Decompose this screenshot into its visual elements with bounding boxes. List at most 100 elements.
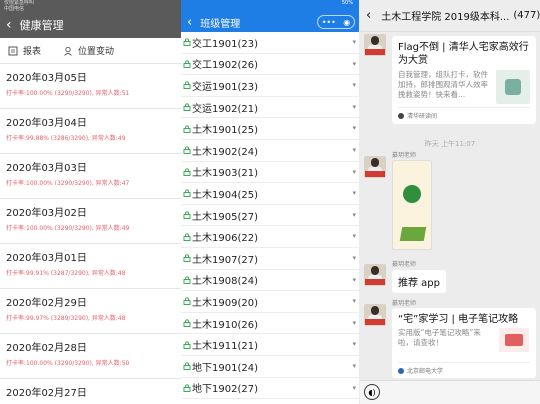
back-arrow-icon[interactable]: ‹: [6, 18, 12, 32]
class-name: 土木1910(26): [192, 319, 258, 331]
checkin-record[interactable]: 2020年03月03日 打卡率:100.00% (3290/3290), 异常人…: [0, 154, 181, 199]
report-button[interactable]: 报表: [8, 44, 41, 57]
class-name: 交运1902(21): [192, 103, 258, 115]
class-name: 土木1905(27): [192, 211, 258, 223]
article-desc: 自我管理，组队打卡，软件加持，郎排围观清华人效率挽救姿势！快来看...: [398, 70, 488, 99]
back-arrow-icon[interactable]: ‹: [366, 8, 371, 23]
chevron-down-icon: ▾: [352, 361, 356, 370]
chevron-down-icon: ▾: [352, 81, 356, 90]
class-item[interactable]: 土木1904(25) ▾: [181, 183, 359, 205]
health-toolbar: 报表 位置变动: [0, 38, 181, 64]
source-logo-icon: [398, 112, 404, 119]
class-item[interactable]: 交工1901(23) ▾: [181, 32, 359, 54]
shared-app-screenshot[interactable]: [392, 160, 432, 250]
class-item[interactable]: 交工1902(26) ▾: [181, 54, 359, 76]
lock-icon: [183, 233, 191, 241]
close-circle-icon[interactable]: ◉: [343, 18, 350, 27]
checkin-record[interactable]: 2020年02月29日 打卡率:99.97% (3289/3290), 异常人数…: [0, 289, 181, 334]
class-name: 土木1909(20): [192, 297, 258, 309]
class-name: 土木1908(24): [192, 276, 258, 288]
checkin-record[interactable]: 2020年02月27日: [0, 379, 181, 404]
record-date: 2020年03月02日: [6, 208, 87, 219]
class-list: 交工1901(23) ▾ 交工1902(26) ▾ 交运1901(23) ▾ 交运19…: [181, 32, 359, 400]
class-item[interactable]: 土木1907(27) ▾: [181, 248, 359, 270]
class-name: 地下1901(24): [192, 362, 258, 374]
location-change-button[interactable]: 位置变动: [63, 44, 114, 57]
chevron-down-icon: ▾: [352, 210, 356, 219]
class-item[interactable]: 土木1903(21) ▾: [181, 162, 359, 184]
location-change-label: 位置变动: [78, 47, 115, 57]
sender-avatar[interactable]: [364, 264, 386, 286]
class-item[interactable]: 地下1901(24) ▾: [181, 356, 359, 378]
chevron-down-icon: ▾: [352, 102, 356, 111]
chat-title: 土木工程学院 2019级本科...: [381, 12, 510, 23]
class-item[interactable]: 地下1902(27) ▾: [181, 378, 359, 400]
lock-icon: [183, 168, 191, 176]
more-dots-icon[interactable]: •••: [322, 18, 336, 27]
record-rate: 打卡率:100.00% (3290/3290), 异常人数:49: [6, 225, 130, 232]
text-bubble[interactable]: 推荐 app: [392, 270, 447, 293]
class-name: 交工1901(23): [192, 38, 258, 50]
article-title: “宅”家学习 | 电子笔记攻略: [398, 314, 519, 325]
class-name: 土木1906(22): [192, 233, 258, 245]
lock-icon: [183, 38, 191, 47]
miniprogram-capsule[interactable]: ••• ◉: [317, 15, 355, 29]
class-name: 土木1901(25): [192, 125, 258, 137]
class-name: 土木1911(21): [192, 341, 258, 353]
lock-icon: [183, 60, 191, 68]
record-date: 2020年02月29日: [6, 298, 87, 309]
article-card[interactable]: Flag不倒 | 清华人宅家高效行为大赏 自我管理，组队打卡，软件加持，郎排围观…: [392, 36, 536, 124]
back-arrow-icon[interactable]: ‹: [187, 16, 192, 29]
sender-avatar[interactable]: [364, 156, 386, 178]
lock-icon: [183, 341, 191, 349]
article-card[interactable]: “宅”家学习 | 电子笔记攻略 实用版“电子笔记攻略”来啦，请查收！ 北京邮电大…: [392, 308, 536, 378]
class-management-panel: 50% ‹ 班级管理 ••• ◉ 交工1901(23) ▾ 交工1902(26) ▾…: [181, 0, 359, 404]
status-bar: 仅限紧急呼叫 中国电信: [0, 0, 181, 12]
sender-avatar[interactable]: [364, 304, 386, 326]
sender-avatar[interactable]: [364, 34, 386, 56]
person-location-icon: [64, 46, 72, 56]
record-rate: 打卡率:100.00% (3290/3290), 异常人数:50: [6, 360, 130, 367]
lock-icon: [183, 103, 191, 112]
class-item[interactable]: 交运1901(23) ▾: [181, 75, 359, 97]
source-logo-icon: [398, 367, 404, 374]
checkin-record[interactable]: 2020年03月04日 打卡率:99.88% (3286/3290), 异常人数…: [0, 109, 181, 154]
class-name: 地下1902(27): [192, 384, 258, 396]
lock-icon: [183, 276, 191, 284]
group-chat-panel: ‹ 土木工程学院 2019级本科... (477) Flag不倒 | 清华人宅家…: [360, 0, 540, 404]
chevron-down-icon: ▾: [352, 59, 356, 68]
chevron-down-icon: ▾: [352, 124, 356, 133]
checkin-record[interactable]: 2020年03月02日 打卡率:100.00% (3290/3290), 异常人…: [0, 199, 181, 244]
record-rate: 打卡率:99.97% (3289/3290), 异常人数:48: [6, 315, 126, 322]
class-item[interactable]: 土木1911(21) ▾: [181, 334, 359, 356]
class-item[interactable]: 土木1901(25) ▾: [181, 118, 359, 140]
article-thumbnail: [499, 328, 529, 352]
class-item[interactable]: 交运1902(21) ▾: [181, 97, 359, 119]
article-source: 清华研读间: [398, 107, 530, 120]
source-name: 北京邮电大学: [407, 368, 444, 375]
lock-icon: [183, 189, 191, 198]
lock-icon: [183, 211, 191, 219]
class-item[interactable]: 土木1905(27) ▾: [181, 205, 359, 227]
lock-icon: [183, 384, 191, 392]
class-item[interactable]: 土木1906(22) ▾: [181, 226, 359, 248]
class-item[interactable]: 土木1908(24) ▾: [181, 270, 359, 292]
class-item[interactable]: 土木1902(24) ▾: [181, 140, 359, 162]
class-name: 土木1907(27): [192, 254, 258, 266]
class-item[interactable]: 土木1910(26) ▾: [181, 313, 359, 335]
checkin-record[interactable]: 2020年02月28日 打卡率:100.00% (3290/3290), 异常人…: [0, 334, 181, 379]
lock-icon: [183, 81, 191, 90]
record-date: 2020年03月04日: [6, 118, 87, 129]
lock-icon: [183, 254, 191, 263]
voice-input-icon[interactable]: ◖): [364, 384, 380, 400]
report-label: 报表: [23, 47, 42, 57]
chat-timestamp: 昨天 上午11:07: [424, 140, 476, 148]
checkin-record[interactable]: 2020年03月05日 打卡率:100.00% (3290/3290), 异常人…: [0, 64, 181, 109]
class-item[interactable]: 土木1909(20) ▾: [181, 291, 359, 313]
record-date: 2020年02月27日: [6, 388, 87, 399]
chat-header: ‹ 土木工程学院 2019级本科... (477): [360, 0, 540, 32]
nav-bar: ‹ 健康管理: [0, 12, 181, 38]
chevron-down-icon: ▾: [352, 275, 356, 284]
checkin-record[interactable]: 2020年03月01日 打卡率:99.91% (3287/3290), 异常人数…: [0, 244, 181, 289]
record-rate: 打卡率:100.00% (3290/3290), 异常人数:51: [6, 90, 130, 97]
